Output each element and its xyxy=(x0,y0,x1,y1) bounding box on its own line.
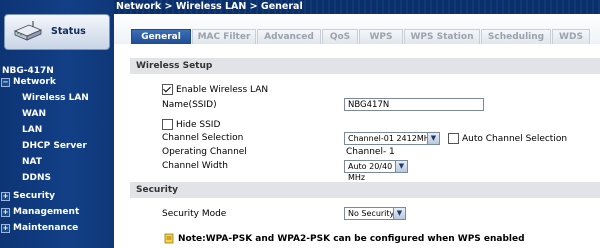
tab-wps-station[interactable]: WPS Station xyxy=(404,29,480,44)
chevron-down-icon[interactable]: ▼ xyxy=(395,161,407,172)
tab-general[interactable]: General xyxy=(131,29,191,45)
tab-mac-filter[interactable]: MAC Filter xyxy=(192,29,256,44)
enable-wireless-row: Enable Wireless LAN xyxy=(162,84,268,95)
ssid-input[interactable]: NBG417N xyxy=(344,98,484,111)
channel-selection-label: Channel Selection xyxy=(162,133,244,143)
nav-group-management[interactable]: + Management xyxy=(0,206,114,218)
tab-scheduling[interactable]: Scheduling xyxy=(481,29,551,44)
security-mode-select[interactable]: No Security ▼ xyxy=(344,207,406,220)
nav-group-label: Network xyxy=(13,77,56,87)
nav-item-nat[interactable]: NAT xyxy=(0,154,114,170)
nav-group-security[interactable]: + Security xyxy=(0,190,114,202)
operating-channel-value: Channel- 1 xyxy=(346,147,395,157)
tab-wds[interactable]: WDS xyxy=(552,29,590,44)
enable-wireless-label: Enable Wireless LAN xyxy=(176,85,269,95)
hide-ssid-row: Hide SSID xyxy=(162,119,220,130)
chevron-down-icon[interactable]: ▼ xyxy=(393,208,405,219)
tab-advanced[interactable]: Advanced xyxy=(257,29,321,44)
wps-note: Note:WPA-PSK and WPA2-PSK can be configu… xyxy=(178,234,525,244)
expand-icon[interactable]: + xyxy=(1,223,10,233)
channel-selection-value: Channel-01 2412MHz xyxy=(348,134,434,143)
ssid-label: Name(SSID) xyxy=(162,100,217,110)
nav-item-wan[interactable]: WAN xyxy=(0,106,114,122)
network-submenu: Wireless LAN WAN LAN DHCP Server NAT DDN… xyxy=(0,90,114,186)
collapse-icon[interactable]: − xyxy=(1,77,10,87)
status-button[interactable]: Status xyxy=(4,14,110,50)
hide-ssid-checkbox[interactable] xyxy=(162,119,173,130)
tab-bar: General MAC Filter Advanced QoS WPS WPS … xyxy=(114,14,600,45)
expand-icon[interactable]: + xyxy=(1,191,10,201)
status-label: Status xyxy=(51,26,86,37)
tab-wps[interactable]: WPS xyxy=(359,29,403,44)
breadcrumb: Network > Wireless LAN > General xyxy=(116,1,303,12)
channel-selection-select[interactable]: Channel-01 2412MHz ▼ xyxy=(344,132,440,145)
note-icon xyxy=(164,233,174,244)
chevron-down-icon[interactable]: ▼ xyxy=(427,133,439,144)
main-panel: General MAC Filter Advanced QoS WPS WPS … xyxy=(114,14,600,248)
security-mode-label: Security Mode xyxy=(162,209,227,219)
nav-group-label: Management xyxy=(13,207,80,217)
enable-wireless-checkbox[interactable] xyxy=(162,84,173,95)
tab-qos[interactable]: QoS xyxy=(322,29,358,44)
nav-group-label: Security xyxy=(13,191,56,201)
nav-item-ddns[interactable]: DDNS xyxy=(0,170,114,186)
wireless-setup-heading: Wireless Setup xyxy=(130,58,600,74)
auto-channel-checkbox[interactable] xyxy=(448,133,459,144)
channel-width-label: Channel Width xyxy=(162,161,228,171)
content-area: Wireless Setup Enable Wireless LAN Name(… xyxy=(130,44,600,248)
nav-group-label: Maintenance xyxy=(13,223,79,233)
security-mode-value: No Security xyxy=(348,209,395,218)
hide-ssid-label: Hide SSID xyxy=(176,120,221,130)
device-name: NBG-417N xyxy=(2,66,54,76)
operating-channel-label: Operating Channel xyxy=(162,147,247,157)
nav-group-maintenance[interactable]: + Maintenance xyxy=(0,222,114,234)
nav-item-dhcp-server[interactable]: DHCP Server xyxy=(0,138,114,154)
nav-item-lan[interactable]: LAN xyxy=(0,122,114,138)
auto-channel-label: Auto Channel Selection xyxy=(462,134,568,144)
sidebar: Status NBG-417N − Network Wireless LAN W… xyxy=(0,0,114,248)
top-bar: Network > Wireless LAN > General xyxy=(114,0,600,14)
nav-item-wireless-lan[interactable]: Wireless LAN xyxy=(0,90,114,106)
auto-channel-row: Auto Channel Selection xyxy=(448,133,567,144)
nav-group-network[interactable]: − Network xyxy=(0,76,114,88)
expand-icon[interactable]: + xyxy=(1,207,10,217)
channel-width-value: Auto 20/40 MHz xyxy=(348,162,393,182)
channel-width-select[interactable]: Auto 20/40 MHz ▼ xyxy=(344,160,408,182)
nav-menu: − Network Wireless LAN WAN LAN DHCP Serv… xyxy=(0,76,114,234)
router-icon xyxy=(13,21,43,41)
security-heading: Security xyxy=(130,182,600,198)
